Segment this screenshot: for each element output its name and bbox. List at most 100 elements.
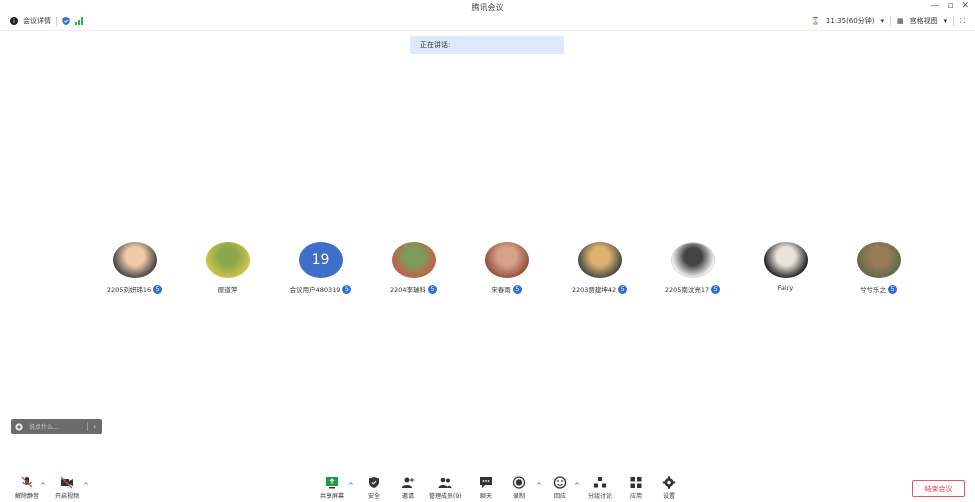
participant-name-row: 兮兮乐之 5 xyxy=(860,284,897,294)
chevron-down-icon[interactable]: ▾ xyxy=(944,17,948,25)
avatar[interactable]: 19 xyxy=(298,242,343,278)
record-button[interactable]: 录制 xyxy=(512,476,526,500)
security-button[interactable]: 安全 xyxy=(367,476,381,500)
avatar-image xyxy=(205,242,250,278)
participant-tile[interactable]: 原道萍 xyxy=(181,242,274,294)
manage-members-button[interactable]: 管理成员(9) xyxy=(429,476,462,500)
add-user-icon xyxy=(402,477,414,488)
shield-icon[interactable] xyxy=(62,17,70,25)
chevron-up-icon[interactable]: ^ xyxy=(536,482,542,490)
participant-tile[interactable]: 2203贾建坤42 5 xyxy=(553,242,646,294)
avatar[interactable] xyxy=(856,242,901,278)
participant-gallery: 2205刘妍玮16 5 原道萍 19 会议用户480319 5 2204李瑞科 5 宋春雨 5 22… xyxy=(88,242,925,294)
avatar-image xyxy=(112,242,157,278)
chevron-down-icon[interactable]: ▾ xyxy=(880,17,884,25)
fullscreen-icon[interactable]: ⛶ xyxy=(960,17,965,26)
reaction-button[interactable]: 回应 xyxy=(553,476,567,500)
avatar-image xyxy=(484,242,529,278)
participant-tile[interactable]: 宋春雨 5 xyxy=(460,242,553,294)
apps-button[interactable]: 应用 xyxy=(629,476,643,500)
participant-tile[interactable]: 兮兮乐之 5 xyxy=(832,242,925,294)
participant-tile[interactable]: 2205南汶亮17 5 xyxy=(646,242,739,294)
timer-label[interactable]: 11:35(60分钟) xyxy=(826,16,875,26)
avatar[interactable] xyxy=(577,242,622,278)
participant-name: Fairy xyxy=(777,284,794,292)
record-icon xyxy=(512,476,526,489)
participant-badge: 5 xyxy=(618,284,628,294)
start-video-button[interactable]: 开启视频 xyxy=(55,476,79,500)
chat-icon xyxy=(480,477,492,488)
participant-tile[interactable]: Fairy xyxy=(739,242,832,294)
avatar[interactable] xyxy=(205,242,250,278)
chevron-up-icon[interactable]: ^ xyxy=(574,482,580,490)
top-toolbar: i 会议详情 ⌛ 11:35(60分钟) ▾ ▦ 宫格视图 ▾ ⛶ xyxy=(0,14,975,31)
avatar[interactable] xyxy=(670,242,715,278)
divider xyxy=(889,16,891,26)
end-meeting-button[interactable]: 结束会议 xyxy=(912,480,965,497)
participant-name-row: 2204李瑞科 5 xyxy=(390,284,438,294)
speaking-indicator: 正在讲话: xyxy=(410,36,564,54)
shield-icon xyxy=(369,477,379,488)
share-screen-icon xyxy=(326,477,338,489)
participant-badge: 5 xyxy=(342,284,352,294)
participant-badge: 5 xyxy=(888,284,897,294)
participant-tile[interactable]: 2205刘妍玮16 5 xyxy=(88,242,181,294)
restore-button[interactable]: ▫ xyxy=(947,1,953,11)
participant-name-row: 2205刘妍玮16 5 xyxy=(107,284,163,294)
avatar[interactable] xyxy=(484,242,529,278)
meeting-info-group: i 会议详情 xyxy=(10,16,83,26)
avatar-image xyxy=(856,242,901,278)
participant-name-row: 会议用户480319 5 xyxy=(290,284,352,294)
chevron-up-icon[interactable]: ^ xyxy=(83,482,89,490)
window-title: 腾讯会议 xyxy=(471,3,504,12)
participant-badge: 5 xyxy=(512,284,522,294)
participant-name-row: 2203贾建坤42 5 xyxy=(571,284,628,294)
hourglass-icon: ⌛ xyxy=(811,17,820,25)
avatar[interactable] xyxy=(112,242,157,278)
avatar-image xyxy=(670,242,715,278)
participant-name-row: 宋春雨 5 xyxy=(491,284,522,294)
participant-badge: 5 xyxy=(428,284,438,294)
minimize-button[interactable]: — xyxy=(930,1,939,11)
participant-tile[interactable]: 2204李瑞科 5 xyxy=(367,242,460,294)
chevron-left-icon[interactable]: ‹ xyxy=(93,423,96,431)
members-icon xyxy=(438,477,452,488)
settings-button[interactable]: 设置 xyxy=(662,476,676,500)
participant-name: 兮兮乐之 xyxy=(860,286,886,294)
participant-tile[interactable]: 19 会议用户480319 5 xyxy=(274,242,367,294)
gear-icon xyxy=(662,476,676,489)
divider xyxy=(87,422,89,431)
chevron-up-icon[interactable]: ^ xyxy=(40,482,46,490)
avatar-image xyxy=(577,242,622,278)
breakout-button[interactable]: 分组讨论 xyxy=(588,476,612,500)
unmute-button[interactable]: 解除静音 xyxy=(15,476,39,500)
avatar[interactable] xyxy=(391,242,436,278)
divider xyxy=(56,16,57,26)
chevron-up-icon[interactable]: ^ xyxy=(348,482,354,490)
info-icon[interactable]: i xyxy=(10,17,18,25)
close-button[interactable]: ✕ xyxy=(961,1,969,11)
breakout-icon xyxy=(594,477,606,488)
invite-button[interactable]: 邀请 xyxy=(401,476,415,500)
grid-icon: ▦ xyxy=(896,17,904,25)
participant-name: 原道萍 xyxy=(217,286,238,294)
right-tools: ⌛ 11:35(60分钟) ▾ ▦ 宫格视图 ▾ ⛶ xyxy=(811,16,965,26)
share-screen-button[interactable]: 共享屏幕 xyxy=(320,476,344,500)
divider xyxy=(953,16,955,26)
chat-button[interactable]: 聊天 xyxy=(479,476,493,500)
chat-placeholder[interactable]: 说点什么... xyxy=(29,422,87,431)
chat-input[interactable]: 说点什么... ‹ xyxy=(11,419,102,434)
avatar[interactable] xyxy=(763,242,808,278)
participant-name: 宋春雨 xyxy=(491,286,511,294)
participant-name-row: 2205南汶亮17 5 xyxy=(665,284,721,294)
participant-name: 2203贾建坤42 xyxy=(571,286,617,294)
meeting-info-label[interactable]: 会议详情 xyxy=(23,16,51,26)
camera-off-icon xyxy=(60,476,73,489)
participant-badge: 5 xyxy=(153,284,163,294)
participant-name-row: 原道萍 xyxy=(218,284,238,294)
mic-muted-icon xyxy=(21,476,33,488)
view-label[interactable]: 宫格视图 xyxy=(910,16,938,26)
avatar-image xyxy=(763,242,808,278)
signal-icon[interactable] xyxy=(75,17,83,25)
window-controls: — ▫ ✕ xyxy=(930,1,969,11)
